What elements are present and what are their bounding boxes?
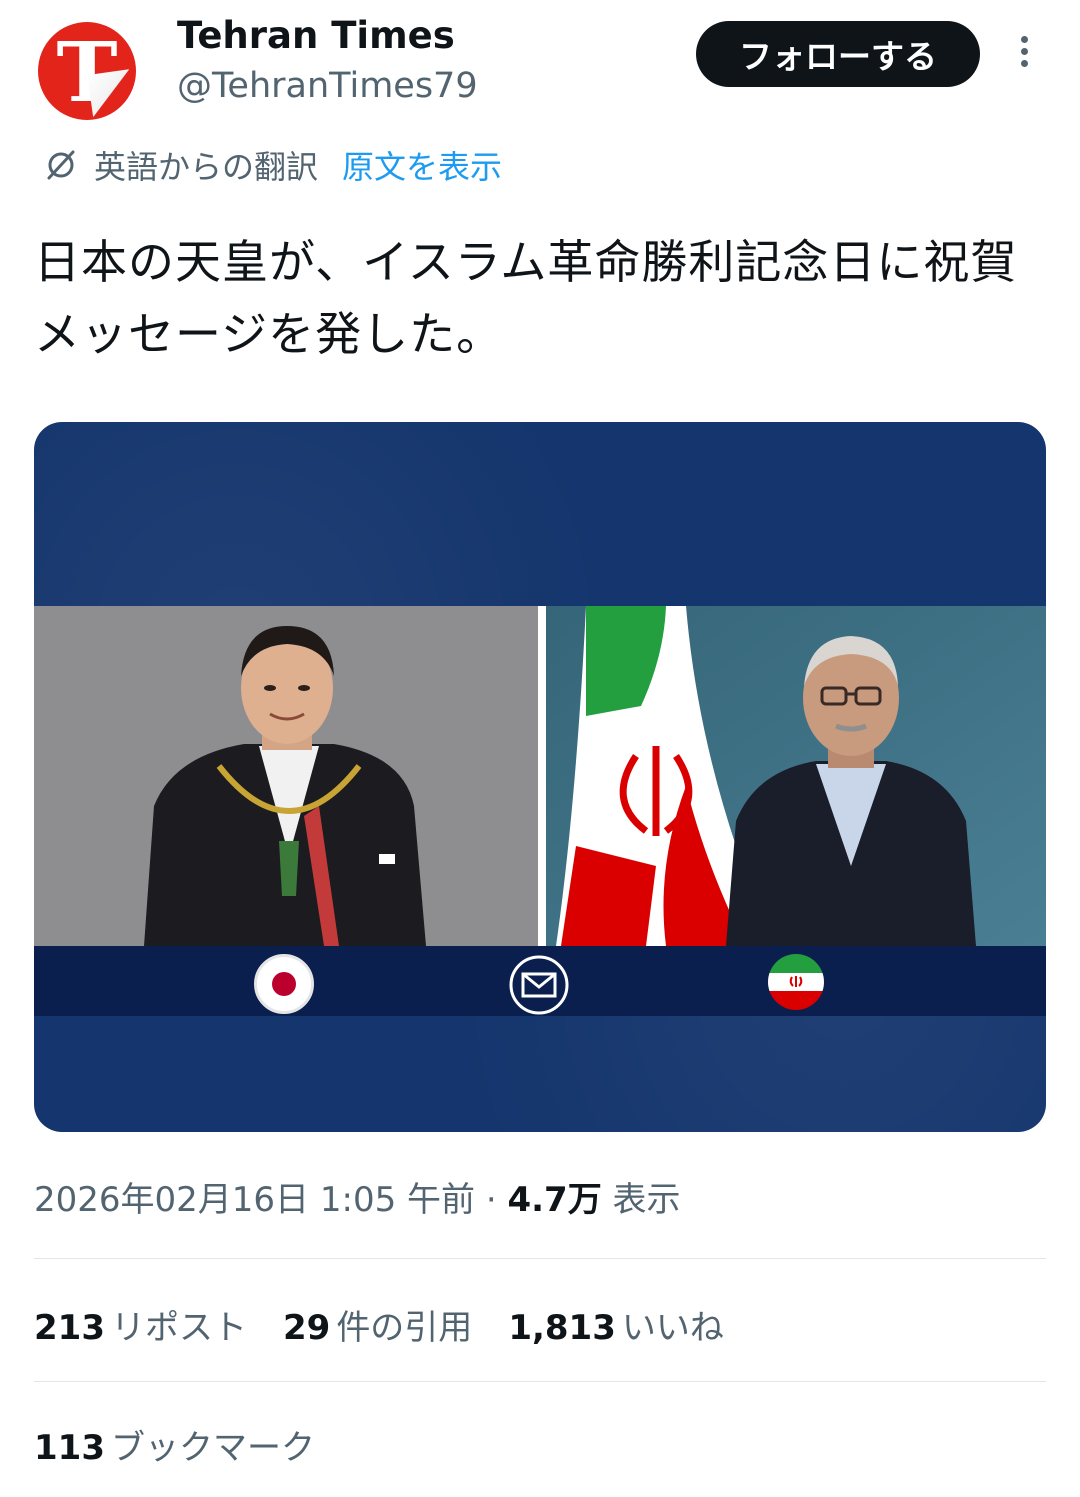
reposts-count: 213: [34, 1308, 105, 1348]
iran-flag-icon: [768, 954, 824, 1010]
likes-stat[interactable]: 1,813 いいね: [508, 1300, 724, 1349]
japan-flag-icon: [254, 954, 314, 1014]
views-label: 表示: [612, 1180, 681, 1220]
tweet-text: 日本の天皇が、イスラム革命勝利記念日に祝賀メッセージを発した。: [34, 235, 1018, 361]
divider: [34, 1258, 1046, 1259]
tweet-meta: 2026年02月16日 1:05 午前 · 4.7万 表示: [34, 1172, 681, 1221]
media-icon-strip: [34, 946, 1046, 1016]
author-avatar[interactable]: T: [38, 22, 136, 120]
photo-emperor: [34, 606, 538, 946]
divider: [34, 1381, 1046, 1382]
envelope-icon: [509, 955, 569, 1015]
quotes-label: 件の引用: [336, 1308, 473, 1348]
translation-label: 英語からの翻訳: [94, 148, 319, 186]
follow-button[interactable]: フォローする: [696, 21, 980, 87]
reposts-stat[interactable]: 213 リポスト: [34, 1300, 247, 1349]
meta-separator: ·: [475, 1180, 508, 1220]
tweet-timestamp[interactable]: 2026年02月16日 1:05 午前: [34, 1180, 475, 1220]
author-display-name[interactable]: Tehran Times: [177, 14, 455, 57]
views-count: 4.7万: [507, 1180, 602, 1220]
tweet-media-image[interactable]: [34, 422, 1046, 1132]
more-vertical-icon[interactable]: [1012, 36, 1036, 76]
translate-icon: [47, 150, 75, 180]
reposts-label: リポスト: [110, 1308, 247, 1348]
bookmarks-stat[interactable]: 113 ブックマーク: [34, 1420, 315, 1469]
likes-count: 1,813: [508, 1308, 616, 1348]
quotes-count: 29: [282, 1308, 331, 1348]
quotes-stat[interactable]: 29 件の引用: [283, 1300, 472, 1349]
panel-divider: [538, 606, 546, 946]
author-handle[interactable]: @TehranTimes79: [177, 66, 478, 106]
bookmarks-label: ブックマーク: [110, 1428, 315, 1468]
translation-notice: 英語からの翻訳 原文を表示: [44, 142, 502, 188]
engagement-stats: 213 リポスト 29 件の引用 1,813 いいね: [34, 1300, 760, 1349]
likes-label: いいね: [621, 1308, 724, 1348]
bookmarks-count: 113: [34, 1428, 105, 1468]
show-original-link[interactable]: 原文を表示: [342, 142, 502, 188]
photo-president: [546, 606, 1046, 946]
